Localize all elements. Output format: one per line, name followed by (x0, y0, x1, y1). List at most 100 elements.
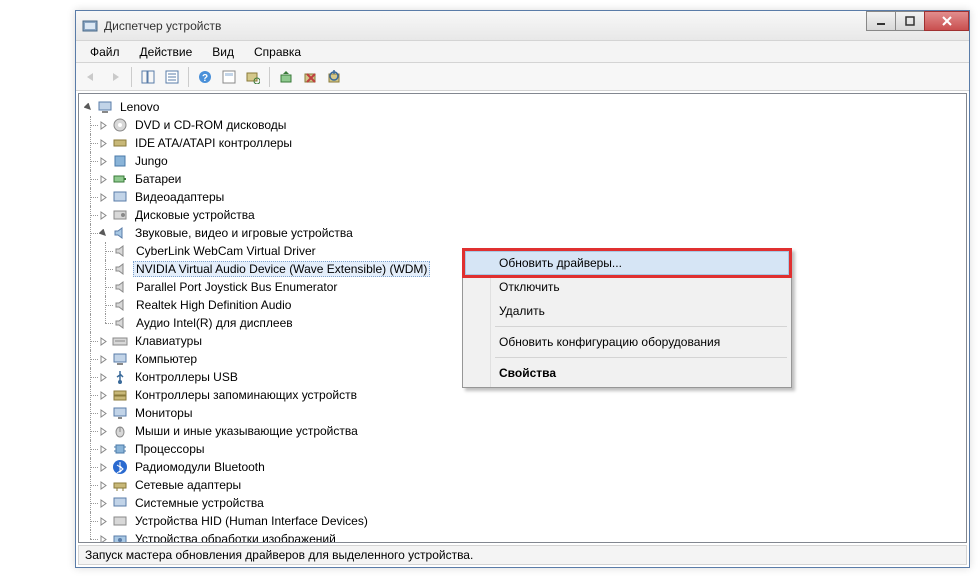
update-driver-button[interactable] (275, 66, 297, 88)
tree-label: Parallel Port Joystick Bus Enumerator (133, 279, 340, 295)
toolbar-sep (188, 67, 189, 87)
tree-label: Контроллеры запоминающих устройств (132, 387, 360, 403)
expand-icon[interactable] (98, 480, 109, 491)
expand-icon[interactable] (98, 138, 109, 149)
expand-icon[interactable] (98, 426, 109, 437)
expand-icon[interactable] (98, 390, 109, 401)
tree-item-system[interactable]: Системные устройства (83, 494, 962, 512)
speaker-icon (113, 315, 129, 331)
tree-label: Батареи (132, 171, 184, 187)
context-menu-properties[interactable]: Свойства (465, 361, 789, 385)
menu-file[interactable]: Файл (80, 43, 130, 61)
context-menu-delete[interactable]: Удалить (465, 299, 789, 323)
expand-icon[interactable] (98, 354, 109, 365)
context-menu-update-drivers[interactable]: Обновить драйверы... (465, 251, 789, 275)
tree-label: Звуковые, видео и игровые устройства (132, 225, 356, 241)
tree-label: Системные устройства (132, 495, 267, 511)
expand-icon[interactable] (98, 498, 109, 509)
tree-label: Мыши и иные указывающие устройства (132, 423, 361, 439)
tree-item-batteries[interactable]: Батареи (83, 170, 962, 188)
toolbar-sep (131, 67, 132, 87)
properties-button[interactable] (161, 66, 183, 88)
menu-action[interactable]: Действие (130, 43, 203, 61)
expand-icon[interactable] (98, 444, 109, 455)
computer-icon (112, 351, 128, 367)
app-icon (82, 18, 98, 34)
ide-icon (112, 135, 128, 151)
show-hide-tree-button[interactable] (137, 66, 159, 88)
scan-hardware-button[interactable] (242, 66, 264, 88)
menu-view[interactable]: Вид (202, 43, 244, 61)
context-menu-disable[interactable]: Отключить (465, 275, 789, 299)
tree-item-video[interactable]: Видеоадаптеры (83, 188, 962, 206)
sound-icon (112, 225, 128, 241)
dvd-icon (112, 117, 128, 133)
expand-icon[interactable] (98, 372, 109, 383)
expand-icon[interactable] (98, 534, 109, 544)
speaker-icon (113, 261, 129, 277)
window-controls (867, 11, 969, 31)
status-text: Запуск мастера обновления драйверов для … (85, 548, 473, 562)
minimize-button[interactable] (866, 11, 896, 31)
tree-label: Контроллеры USB (132, 369, 241, 385)
context-menu: Обновить драйверы... Отключить Удалить О… (462, 248, 792, 388)
forward-button[interactable] (104, 66, 126, 88)
disk-icon (112, 207, 128, 223)
help-button[interactable]: ? (194, 66, 216, 88)
show-hidden-button[interactable] (218, 66, 240, 88)
expand-icon[interactable] (98, 120, 109, 131)
disable-button[interactable] (323, 66, 345, 88)
tree-item-cpu[interactable]: Процессоры (83, 440, 962, 458)
expand-icon[interactable] (98, 516, 109, 527)
close-button[interactable] (924, 11, 969, 31)
collapse-icon[interactable] (98, 228, 109, 239)
battery-icon (112, 171, 128, 187)
keyboard-icon (112, 333, 128, 349)
tree-item-storage[interactable]: Контроллеры запоминающих устройств (83, 386, 962, 404)
cpu-icon (112, 441, 128, 457)
svg-text:?: ? (202, 73, 208, 84)
back-button[interactable] (80, 66, 102, 88)
tree-item-disk[interactable]: Дисковые устройства (83, 206, 962, 224)
tree-item-imaging[interactable]: Устройства обработки изображений (83, 530, 962, 543)
computer-icon (97, 99, 113, 115)
tree-item-net[interactable]: Сетевые адаптеры (83, 476, 962, 494)
network-icon (112, 477, 128, 493)
tree-label: Аудио Intel(R) для дисплеев (133, 315, 296, 331)
tree-item-dvd[interactable]: DVD и CD-ROM дисководы (83, 116, 962, 134)
expand-icon[interactable] (98, 210, 109, 221)
collapse-icon[interactable] (83, 102, 94, 113)
tree-item-ide[interactable]: IDE ATA/ATAPI контроллеры (83, 134, 962, 152)
expand-icon[interactable] (98, 156, 109, 167)
tree-item-sound[interactable]: Звуковые, видео и игровые устройства (83, 224, 962, 242)
maximize-button[interactable] (895, 11, 925, 31)
tree-label: Realtek High Definition Audio (133, 297, 294, 313)
context-menu-separator (495, 326, 787, 327)
tree-label: Видеоадаптеры (132, 189, 227, 205)
expand-icon[interactable] (98, 336, 109, 347)
menu-item-label: Обновить конфигурацию оборудования (499, 335, 720, 349)
speaker-icon (113, 297, 129, 313)
monitor-icon (112, 405, 128, 421)
tree-root[interactable]: Lenovo (83, 98, 962, 116)
expand-icon[interactable] (98, 408, 109, 419)
tree-item-monitors[interactable]: Мониторы (83, 404, 962, 422)
menubar: Файл Действие Вид Справка (76, 41, 969, 63)
tree-label: IDE ATA/ATAPI контроллеры (132, 135, 295, 151)
tree-item-jungo[interactable]: Jungo (83, 152, 962, 170)
menu-item-label: Отключить (499, 280, 560, 294)
speaker-icon (113, 279, 129, 295)
context-menu-scan[interactable]: Обновить конфигурацию оборудования (465, 330, 789, 354)
tree-item-hid[interactable]: Устройства HID (Human Interface Devices) (83, 512, 962, 530)
expand-icon[interactable] (98, 174, 109, 185)
expand-icon[interactable] (98, 192, 109, 203)
tree-item-bt[interactable]: Радиомодули Bluetooth (83, 458, 962, 476)
titlebar[interactable]: Диспетчер устройств (76, 11, 969, 41)
toolbar: ? (76, 63, 969, 91)
tree-item-mice[interactable]: Мыши и иные указывающие устройства (83, 422, 962, 440)
bluetooth-icon (112, 459, 128, 475)
uninstall-button[interactable] (299, 66, 321, 88)
mouse-icon (112, 423, 128, 439)
expand-icon[interactable] (98, 462, 109, 473)
menu-help[interactable]: Справка (244, 43, 311, 61)
